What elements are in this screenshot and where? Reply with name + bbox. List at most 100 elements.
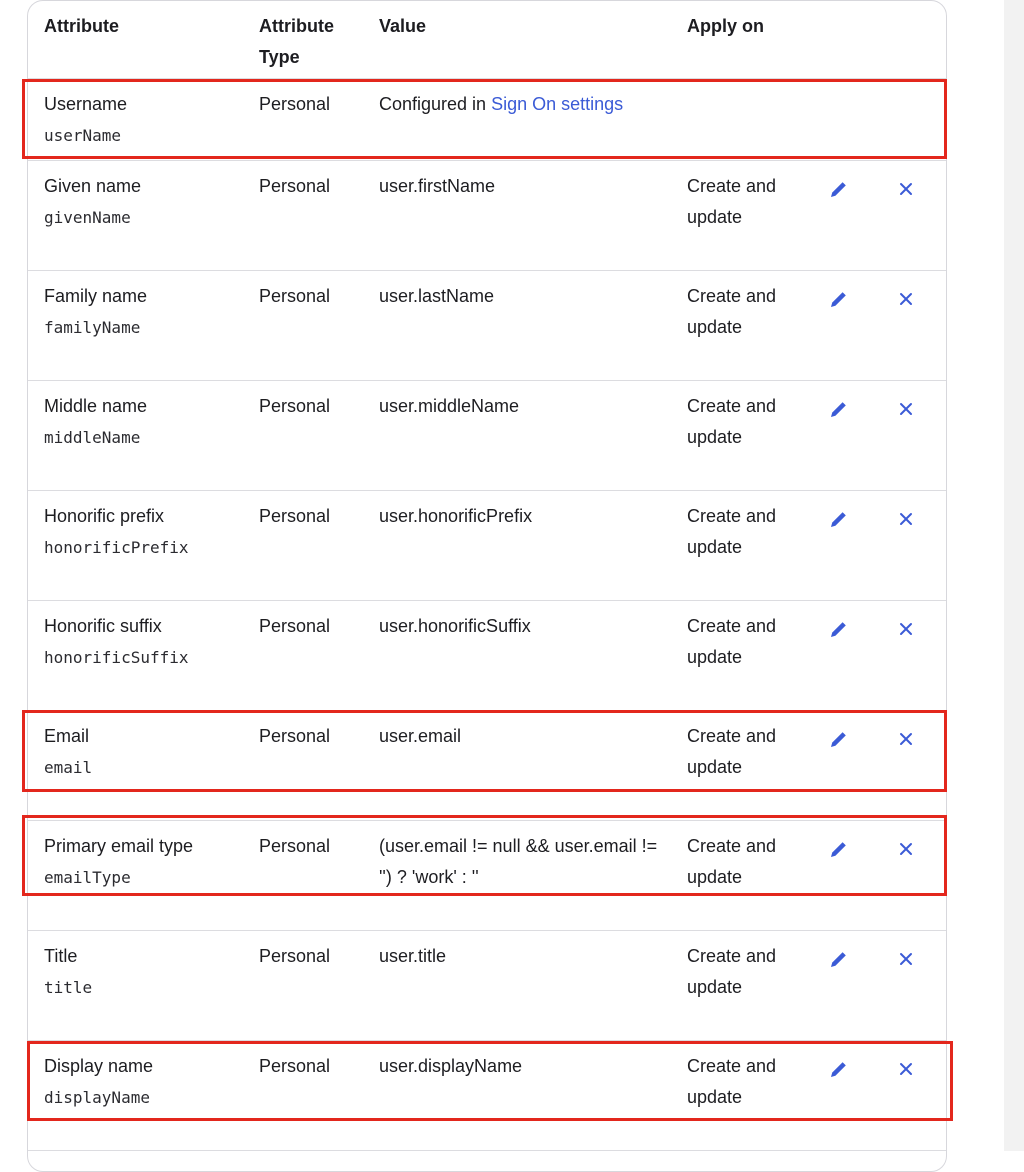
column-header-apply-on: Apply on bbox=[687, 16, 764, 36]
attribute-cell: Display name displayName bbox=[44, 1051, 249, 1113]
edit-button[interactable] bbox=[827, 507, 851, 531]
attribute-cell: Family name familyName bbox=[44, 281, 249, 343]
value-text: user.honorificSuffix bbox=[379, 616, 531, 636]
edit-button[interactable] bbox=[827, 837, 851, 861]
attribute-type: Personal bbox=[259, 1056, 331, 1076]
attribute-label: Family name bbox=[44, 286, 148, 306]
delete-button[interactable] bbox=[894, 727, 918, 751]
apply-on-text: Create and update bbox=[687, 616, 777, 667]
attribute-type: Personal bbox=[259, 286, 331, 306]
value-cell: Configured in Sign On settings bbox=[379, 89, 699, 120]
scrollbar-track[interactable] bbox=[1004, 0, 1024, 1151]
attribute-type: Personal bbox=[259, 946, 331, 966]
close-icon bbox=[900, 183, 912, 195]
apply-on-text: Create and update bbox=[687, 1056, 777, 1107]
pencil-icon bbox=[831, 1062, 846, 1077]
attribute-key: userName bbox=[44, 126, 122, 145]
attribute-type: Personal bbox=[259, 176, 331, 196]
value-text: Configured in bbox=[379, 94, 492, 114]
pencil-icon bbox=[831, 402, 846, 417]
edit-button[interactable] bbox=[827, 397, 851, 421]
close-icon bbox=[900, 733, 912, 745]
close-icon bbox=[900, 403, 912, 415]
attribute-cell: Middle name middleName bbox=[44, 391, 249, 453]
attribute-label: Display name bbox=[44, 1056, 154, 1076]
apply-on-text: Create and update bbox=[687, 286, 777, 337]
delete-button[interactable] bbox=[894, 837, 918, 861]
apply-on-text: Create and update bbox=[687, 176, 777, 227]
table-header: Attribute Attribute Type Value Apply on bbox=[28, 1, 946, 79]
attribute-key: familyName bbox=[44, 318, 141, 337]
delete-button[interactable] bbox=[894, 177, 918, 201]
attribute-label: Username bbox=[44, 94, 128, 114]
attribute-key: displayName bbox=[44, 1088, 150, 1107]
attribute-cell: Title title bbox=[44, 941, 249, 1003]
table-row: Primary email type emailType Personal (u… bbox=[28, 821, 946, 931]
pencil-icon bbox=[831, 292, 846, 307]
pencil-icon bbox=[831, 952, 846, 967]
apply-on-text: Create and update bbox=[687, 836, 777, 887]
attribute-key: honorificPrefix bbox=[44, 538, 189, 557]
edit-button[interactable] bbox=[827, 1057, 851, 1081]
pencil-icon bbox=[831, 622, 846, 637]
apply-on-text: Create and update bbox=[687, 726, 777, 777]
pencil-icon bbox=[831, 732, 846, 747]
table-row: Middle name middleName Personal user.mid… bbox=[28, 381, 946, 491]
edit-button[interactable] bbox=[827, 947, 851, 971]
attribute-label: Honorific suffix bbox=[44, 616, 162, 636]
apply-on-text: Create and update bbox=[687, 396, 777, 447]
table-row: Username userName Personal Configured in… bbox=[28, 79, 946, 161]
attribute-label: Title bbox=[44, 946, 78, 966]
attribute-type: Personal bbox=[259, 396, 331, 416]
apply-on-text: Create and update bbox=[687, 946, 777, 997]
attribute-cell: Given name givenName bbox=[44, 171, 249, 233]
table-row: Title title Personal user.title Create a… bbox=[28, 931, 946, 1041]
apply-on-text: Create and update bbox=[687, 506, 777, 557]
value-text: user.honorificPrefix bbox=[379, 506, 533, 526]
attribute-type: Personal bbox=[259, 616, 331, 636]
delete-button[interactable] bbox=[894, 507, 918, 531]
table-row: Family name familyName Personal user.las… bbox=[28, 271, 946, 381]
delete-button[interactable] bbox=[894, 287, 918, 311]
table-row: Honorific suffix honorificSuffix Persona… bbox=[28, 601, 946, 711]
attribute-label: Middle name bbox=[44, 396, 148, 416]
attribute-cell: Username userName bbox=[44, 89, 249, 151]
delete-button[interactable] bbox=[894, 1057, 918, 1081]
table-row: Display name displayName Personal user.d… bbox=[28, 1041, 946, 1151]
attribute-key: honorificSuffix bbox=[44, 648, 189, 667]
delete-button[interactable] bbox=[894, 617, 918, 641]
table-row: Honorific prefix honorificPrefix Persona… bbox=[28, 491, 946, 601]
attribute-key: givenName bbox=[44, 208, 131, 227]
close-icon bbox=[900, 1063, 912, 1075]
attribute-key: title bbox=[44, 978, 93, 997]
attribute-label: Email bbox=[44, 726, 90, 746]
value-text: user.firstName bbox=[379, 176, 496, 196]
value-text: user.title bbox=[379, 946, 447, 966]
attribute-type: Personal bbox=[259, 836, 331, 856]
delete-button[interactable] bbox=[894, 947, 918, 971]
attribute-label: Primary email type bbox=[44, 836, 194, 856]
attribute-label: Given name bbox=[44, 176, 142, 196]
table-row: Email email Personal user.email Create a… bbox=[28, 711, 946, 821]
value-text: user.middleName bbox=[379, 396, 520, 416]
pencil-icon bbox=[831, 512, 846, 527]
edit-button[interactable] bbox=[827, 727, 851, 751]
attribute-key: emailType bbox=[44, 868, 131, 887]
attribute-type: Personal bbox=[259, 506, 331, 526]
edit-button[interactable] bbox=[827, 177, 851, 201]
close-icon bbox=[900, 843, 912, 855]
close-icon bbox=[900, 293, 912, 305]
delete-button[interactable] bbox=[894, 397, 918, 421]
edit-button[interactable] bbox=[827, 287, 851, 311]
attribute-key: email bbox=[44, 758, 93, 777]
attribute-key: middleName bbox=[44, 428, 141, 447]
sign-on-settings-link[interactable]: Sign On settings bbox=[491, 94, 623, 114]
attribute-cell: Honorific prefix honorificPrefix bbox=[44, 501, 249, 563]
edit-button[interactable] bbox=[827, 617, 851, 641]
pencil-icon bbox=[831, 182, 846, 197]
attribute-label: Honorific prefix bbox=[44, 506, 165, 526]
close-icon bbox=[900, 953, 912, 965]
value-text: user.email bbox=[379, 726, 462, 746]
column-header-attribute-type: Attribute Type bbox=[259, 16, 334, 67]
close-icon bbox=[900, 623, 912, 635]
